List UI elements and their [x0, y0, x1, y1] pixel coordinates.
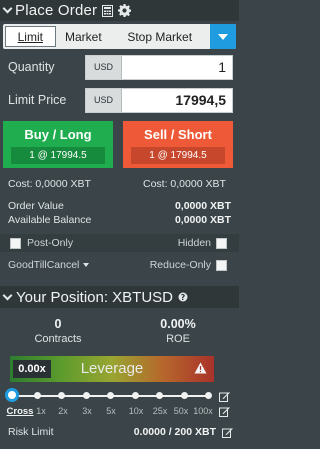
- tick-10x[interactable]: 10x: [129, 406, 144, 416]
- risk-limit-row: Risk Limit 0.0000 / 200 XBT: [8, 426, 233, 438]
- order-value-label: Order Value: [8, 200, 64, 212]
- calculator-icon[interactable]: [102, 4, 114, 17]
- gear-icon[interactable]: [118, 4, 132, 17]
- slider-stop[interactable]: [82, 392, 90, 399]
- risk-limit-value: 0.0000 / 200 XBT: [133, 426, 216, 438]
- order-value-row: Order Value 0,0000 XBT: [8, 200, 231, 212]
- slider-handle[interactable]: [5, 388, 19, 402]
- tab-market[interactable]: Market: [58, 24, 110, 49]
- quantity-unit: USD: [86, 55, 122, 79]
- contracts-value: 0: [54, 317, 62, 331]
- leverage-value: 0.00x: [13, 360, 51, 378]
- reduce-only-label: Reduce-Only: [149, 259, 211, 271]
- edit-icon[interactable]: [219, 406, 230, 420]
- contracts-stat: 0 Contracts: [18, 317, 98, 345]
- time-in-force-select[interactable]: GoodTillCancel: [8, 259, 90, 271]
- position-header[interactable]: Your Position: XBTUSD ?: [0, 286, 239, 308]
- position-title: Your Position: XBTUSD: [16, 288, 174, 306]
- options-row-1: Post-Only Hidden: [0, 234, 239, 252]
- tick-25x[interactable]: 25x: [153, 406, 168, 416]
- tab-stop-market[interactable]: Stop Market: [109, 24, 210, 49]
- dropdown-icon: [218, 33, 229, 40]
- tick-100x[interactable]: 100x: [193, 406, 213, 416]
- quantity-label: Quantity: [8, 60, 55, 74]
- slider-stop[interactable]: [58, 392, 65, 399]
- slider-stop[interactable]: [107, 392, 114, 399]
- chevron-down-icon[interactable]: [2, 290, 13, 300]
- tick-5x[interactable]: 5x: [106, 406, 116, 416]
- tab-limit[interactable]: Limit: [5, 26, 56, 47]
- buy-cost: Cost: 0,0000 XBT: [8, 178, 91, 190]
- edit-icon[interactable]: [219, 391, 230, 405]
- buy-long-label: Buy / Long: [24, 126, 92, 142]
- hidden-checkbox[interactable]: [216, 237, 227, 249]
- tick-2x[interactable]: 2x: [58, 406, 68, 416]
- quantity-row: Quantity USD 1: [0, 54, 239, 80]
- roe-stat: 0.00% ROE: [138, 317, 218, 345]
- quantity-input[interactable]: 1: [122, 56, 232, 79]
- available-balance-row: Available Balance 0,0000 XBT: [8, 214, 231, 226]
- sell-cost: Cost: 0,0000 XBT: [143, 178, 226, 190]
- available-balance-value: 0,0000 XBT: [174, 214, 231, 226]
- slider-stop[interactable]: [156, 392, 163, 399]
- limit-price-label: Limit Price: [8, 93, 67, 107]
- sell-short-button[interactable]: Sell / Short 1 @ 17994.5: [123, 121, 233, 168]
- tick-50x[interactable]: 50x: [174, 406, 189, 416]
- limit-price-row: Limit Price USD 17994,5: [0, 87, 239, 113]
- slider-stop[interactable]: [131, 392, 139, 399]
- hidden-label: Hidden: [177, 237, 211, 249]
- time-in-force-label: GoodTillCancel: [8, 259, 80, 271]
- leverage-slider[interactable]: [5, 388, 212, 402]
- chevron-down-icon[interactable]: [2, 3, 13, 14]
- available-balance-label: Available Balance: [8, 214, 92, 226]
- risk-limit-label: Risk Limit: [8, 426, 54, 438]
- quantity-field[interactable]: USD 1: [85, 54, 233, 80]
- place-order-title: Place Order: [15, 2, 98, 19]
- limit-price-input[interactable]: 17994,5: [122, 89, 232, 112]
- buy-order-summary: 1 @ 17994.5: [11, 147, 105, 164]
- roe-label: ROE: [166, 333, 190, 345]
- warning-icon: [194, 362, 207, 377]
- leverage-ticks: Cross 1x 2x 3x 5x 10x 25x 50x 100x: [0, 406, 239, 418]
- edit-icon[interactable]: [222, 427, 233, 438]
- order-type-tabs: Limit Market Stop Market: [3, 24, 236, 49]
- tick-cross[interactable]: Cross: [7, 406, 34, 417]
- post-only-checkbox[interactable]: [10, 237, 21, 249]
- slider-stop[interactable]: [33, 392, 41, 399]
- sell-short-label: Sell / Short: [144, 126, 212, 142]
- place-order-header[interactable]: Place Order: [0, 0, 239, 21]
- slider-stop[interactable]: [205, 392, 212, 399]
- post-only-label: Post-Only: [27, 237, 74, 249]
- tick-1x[interactable]: 1x: [36, 406, 46, 416]
- order-value: 0,0000 XBT: [174, 200, 231, 212]
- tick-3x[interactable]: 3x: [82, 406, 92, 416]
- leverage-bar: Leverage 0.00x: [10, 356, 214, 382]
- svg-text:?: ?: [181, 293, 186, 302]
- limit-price-unit: USD: [86, 88, 122, 112]
- contracts-label: Contracts: [34, 333, 82, 345]
- sell-order-summary: 1 @ 17994.5: [131, 147, 225, 164]
- reduce-only-checkbox[interactable]: [216, 259, 227, 271]
- options-row-2: GoodTillCancel Reduce-Only: [0, 256, 239, 274]
- chevron-down-icon: [83, 263, 90, 268]
- help-icon[interactable]: ?: [178, 292, 188, 303]
- limit-price-field[interactable]: USD 17994,5: [85, 87, 233, 113]
- slider-stop[interactable]: [180, 392, 188, 399]
- roe-value: 0.00%: [160, 317, 196, 331]
- order-type-dropdown[interactable]: [210, 24, 236, 49]
- buy-long-button[interactable]: Buy / Long 1 @ 17994.5: [3, 121, 113, 168]
